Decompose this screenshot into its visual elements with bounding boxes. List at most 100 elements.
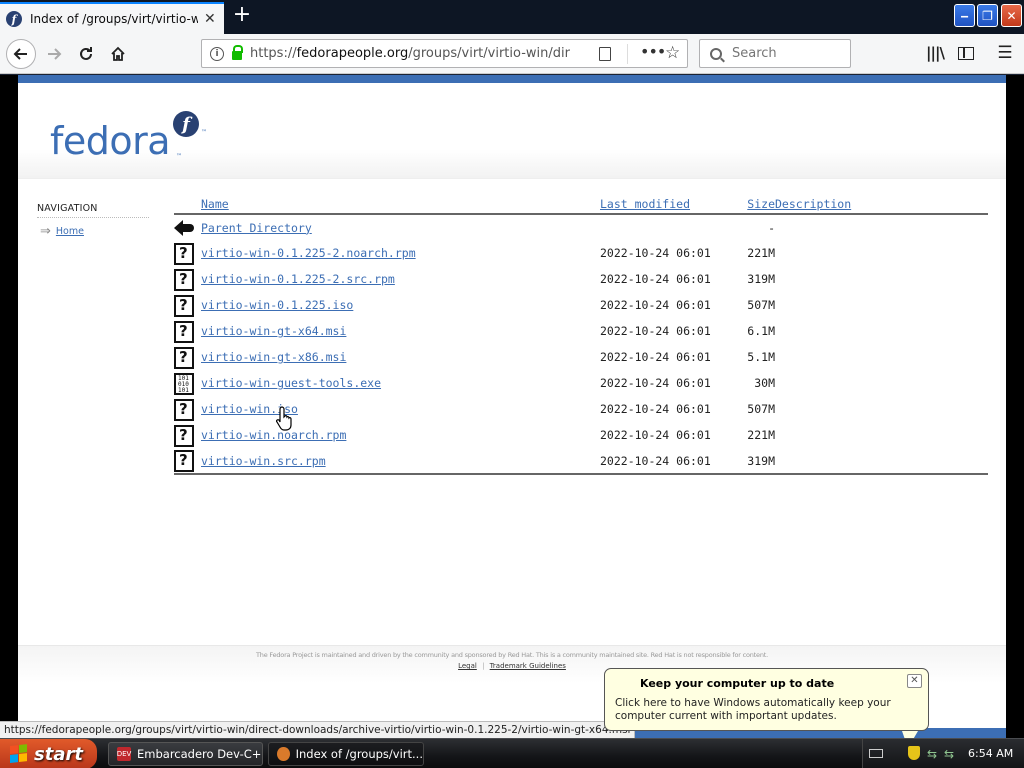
trademark-guidelines-link[interactable]: Trademark Guidelines — [487, 662, 569, 670]
back-button[interactable] — [6, 39, 36, 69]
file-link[interactable]: virtio-win-guest-tools.exe — [201, 376, 381, 390]
row-last-modified: 2022-10-24 06:01 — [600, 272, 711, 286]
row-description — [775, 344, 988, 370]
unknown-file-icon — [174, 320, 194, 343]
sort-by-description-link[interactable]: Description — [775, 197, 851, 211]
home-button[interactable] — [104, 40, 132, 68]
taskbar-clock[interactable]: 6:54 AM — [968, 747, 1013, 760]
unknown-file-icon — [174, 346, 194, 369]
sort-by-size-link[interactable]: Size — [747, 197, 775, 211]
more-actions-icon[interactable]: ••• — [640, 42, 666, 61]
back-arrow-icon — [13, 48, 27, 60]
library-icon: |||\ — [926, 44, 945, 62]
windows-taskbar: start DEV Embarcadero Dev-C++ Index of /… — [0, 738, 1024, 768]
footer-separator: | — [482, 662, 485, 670]
network-icon[interactable]: ⇆ — [927, 747, 937, 761]
taskbar-item-browser[interactable]: Index of /groups/virt... — [268, 742, 424, 766]
sort-by-modified-link[interactable]: Last modified — [600, 197, 690, 211]
reload-button[interactable] — [72, 40, 100, 68]
file-link[interactable]: virtio-win.noarch.rpm — [201, 428, 346, 442]
directory-listing-table: Name Last modified Size Description Pare… — [174, 192, 988, 475]
row-last-modified: 2022-10-24 06:01 — [600, 298, 711, 312]
system-tray: ⇆ ⇆ 6:54 AM — [862, 739, 1024, 768]
tab-strip: f Index of /groups/virt/virtio-win/direc… — [0, 0, 1024, 34]
row-description — [775, 370, 988, 396]
unknown-file-icon — [174, 294, 194, 317]
table-row: virtio-win-0.1.225-2.noarch.rpm 2022-10-2… — [174, 240, 988, 266]
search-icon — [710, 47, 722, 60]
info-icon[interactable]: i — [210, 46, 224, 61]
bookmark-star-icon[interactable]: ☆ — [665, 43, 680, 63]
unknown-file-icon — [174, 268, 194, 291]
navigation-title: NAVIGATION — [37, 203, 149, 218]
parent-directory-link[interactable]: Parent Directory — [201, 221, 312, 235]
url-bar[interactable]: i https://fedorapeople.org/groups/virt/v… — [201, 39, 688, 68]
sidebar-button[interactable] — [955, 42, 977, 64]
search-input[interactable] — [732, 46, 842, 61]
window-minimize-button[interactable]: ‒ — [954, 4, 975, 27]
update-notification-balloon[interactable]: Keep your computer up to date Click here… — [604, 668, 929, 748]
unknown-file-icon — [174, 424, 194, 447]
sidebar-icon — [958, 46, 974, 60]
row-size: 507M — [747, 402, 775, 416]
row-description — [775, 448, 988, 475]
devcpp-app-icon: DEV — [117, 747, 131, 761]
forward-button[interactable] — [40, 40, 68, 68]
row-size: 319M — [723, 448, 775, 475]
security-shield-icon[interactable] — [908, 746, 920, 760]
network-activity-icon[interactable]: ⇆ — [944, 747, 954, 761]
fedora-infinity-icon: f — [173, 111, 199, 137]
file-link[interactable]: virtio-win-0.1.225-2.noarch.rpm — [201, 246, 416, 260]
search-bar[interactable] — [699, 39, 851, 68]
table-row: virtio-win.src.rpm 2022-10-24 06:01319M — [174, 448, 988, 475]
page-header: fedora f ™ ™ — [18, 83, 1006, 179]
row-size: 6.1M — [747, 324, 775, 338]
new-tab-button[interactable]: + — [230, 4, 254, 28]
file-link[interactable]: virtio-win-0.1.225-2.src.rpm — [201, 272, 395, 286]
balloon-body[interactable]: Click here to have Windows automatically… — [615, 697, 920, 723]
taskbar-item-label: Embarcadero Dev-C++ — [137, 747, 263, 761]
keyboard-icon[interactable] — [869, 749, 883, 758]
row-size: 507M — [747, 298, 775, 312]
row-description — [775, 292, 988, 318]
url-text[interactable]: https://fedorapeople.org/groups/virt/vir… — [250, 46, 570, 61]
file-link[interactable]: virtio-win-gt-x86.msi — [201, 350, 346, 364]
library-button[interactable]: |||\ — [924, 42, 946, 64]
browser-tab-active[interactable]: f Index of /groups/virt/virtio-win/direc… — [0, 2, 224, 34]
window-close-button[interactable]: ✕ — [1001, 4, 1022, 27]
nav-item-home[interactable]: ⇒ Home — [37, 224, 149, 239]
hamburger-menu-button[interactable]: ☰ — [994, 42, 1016, 64]
table-row: virtio-win-gt-x86.msi 2022-10-24 06:01 5.1… — [174, 344, 988, 370]
taskbar-item-devcpp[interactable]: DEV Embarcadero Dev-C++ — [108, 742, 263, 766]
footer-disclaimer: The Fedora Project is maintained and dri… — [256, 651, 768, 659]
tab-title: Index of /groups/virt/virtio-win/direct-… — [30, 12, 198, 26]
file-link[interactable]: virtio-win-gt-x64.msi — [201, 324, 346, 338]
navigation-sidebar: NAVIGATION ⇒ Home — [37, 203, 149, 239]
row-last-modified: 2022-10-24 06:01 — [600, 402, 711, 416]
taskbar-item-label: Index of /groups/virt... — [295, 747, 423, 761]
header-name: Name — [201, 192, 600, 215]
lock-icon[interactable] — [232, 45, 243, 60]
window-maximize-button[interactable]: ❐ — [977, 4, 998, 27]
row-description — [775, 396, 988, 422]
nav-home-link[interactable]: Home — [56, 226, 84, 237]
file-link[interactable]: virtio-win-0.1.225.iso — [201, 298, 353, 312]
hamburger-menu-icon: ☰ — [997, 43, 1013, 63]
reader-view-icon[interactable] — [599, 47, 611, 61]
table-header-row: Name Last modified Size Description — [174, 192, 988, 215]
fedora-logo[interactable]: fedora f ™ ™ — [50, 111, 210, 167]
row-last-modified: 2022-10-24 06:01 — [600, 324, 711, 338]
logo-wordmark: fedora — [50, 119, 171, 163]
sort-by-name-link[interactable]: Name — [201, 197, 229, 211]
tab-close-icon[interactable]: ✕ — [204, 11, 216, 27]
legal-link[interactable]: Legal — [455, 662, 480, 670]
binary-file-icon: 101 010 101 — [174, 372, 194, 395]
balloon-close-button[interactable]: ✕ — [907, 674, 922, 688]
file-link[interactable]: virtio-win.src.rpm — [201, 454, 326, 468]
navigation-toolbar: i https://fedorapeople.org/groups/virt/v… — [0, 34, 1024, 74]
web-page: fedora f ™ ™ NAVIGATION ⇒ Home Name Last… — [18, 75, 1006, 738]
row-size: 5.1M — [747, 350, 775, 364]
header-description: Description — [775, 192, 988, 215]
row-last-modified: 2022-10-24 06:01 — [600, 428, 711, 442]
start-button[interactable]: start — [0, 739, 97, 768]
